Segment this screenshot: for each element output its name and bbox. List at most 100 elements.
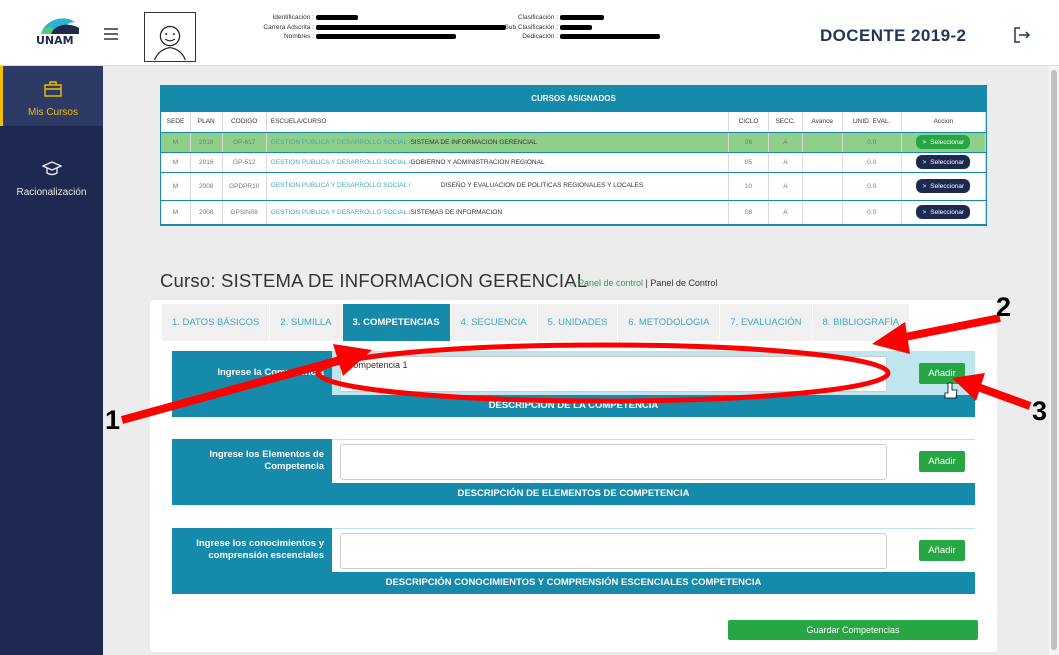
sidebar-item-label: Racionalización — [16, 187, 87, 198]
sidebar: Mis Cursos Racionalización — [0, 66, 103, 655]
logo-text: UNAM — [36, 34, 74, 47]
cell-ciclo: 05 — [728, 152, 770, 173]
cell-avance — [802, 132, 843, 153]
cell-unid: 0.0 — [842, 152, 902, 173]
cell-sede: M — [161, 152, 191, 173]
competencia-description-header: DESCRIPCIÓN DE LA COMPETENCIA — [172, 395, 975, 417]
chevron-right-icon: > — [922, 208, 927, 216]
sidebar-item-mis-cursos[interactable]: Mis Cursos — [0, 66, 103, 126]
tab-bibliografia[interactable]: 8. BIBLIOGRAFÍA — [812, 304, 910, 341]
conocimientos-description-header: DESCRIPCIÓN CONOCIMIENTOS Y COMPRENSIÓN … — [172, 572, 975, 594]
cell-codigo: GP-512 — [222, 152, 267, 173]
course-name: DISEÑO Y EVALUACION DE POLITICAS REGIONA… — [440, 182, 644, 189]
tab-datos-basicos[interactable]: 1. DATOS BÁSICOS — [162, 304, 270, 341]
chevron-right-icon: > — [922, 138, 927, 146]
course-name: GOBIERNO Y ADMINISTRACION REGIONAL — [410, 158, 545, 166]
add-competencia-button[interactable]: Añadir — [919, 363, 965, 384]
panel-control-link[interactable]: Panel de control — [578, 278, 643, 288]
column-header: ESCUELA/CURSO — [266, 112, 730, 133]
teacher-info-right: Clasificación : Sub Clasificación : Dedi… — [490, 13, 660, 42]
info-label: Carrera Adscrita : — [263, 23, 314, 31]
column-header: Accion — [901, 112, 987, 133]
cell-unid: 0.0 — [842, 132, 902, 153]
annotation-number: 1 — [105, 405, 121, 435]
add-conocimientos-button[interactable]: Añadir — [919, 540, 965, 561]
cell-secc: A — [768, 132, 803, 153]
elementos-label: Ingrese los Elementos de Competencia — [172, 439, 332, 483]
select-course-button[interactable]: > Seleccionar — [916, 135, 971, 149]
conocimientos-label: Ingrese los conocimientos y comprensión … — [172, 528, 332, 572]
cell-escuela-curso: GESTION PUBLICA Y DESARROLLO SOCIAL /SIS… — [266, 132, 730, 153]
select-course-button[interactable]: > Seleccionar — [916, 155, 971, 169]
cell-escuela-curso: GESTION PUBLICA Y DESARROLLO SOCIAL /GOB… — [266, 152, 730, 173]
table-row: M 2008 GPDPR10 GESTION PUBLICA Y DESARRO… — [161, 172, 987, 201]
course-name: SISTEMA DE INFORMACION GERENCIAL — [410, 138, 537, 146]
cell-sede: M — [161, 132, 191, 153]
info-label: Clasificación : — [517, 14, 558, 21]
cell-accion: > Seleccionar — [901, 172, 987, 201]
sidebar-item-label: Mis Cursos — [27, 107, 78, 118]
avatar — [144, 12, 196, 62]
tab-unidades[interactable]: 5. UNIDADES — [537, 304, 618, 341]
cell-sede: M — [161, 172, 191, 201]
chevron-right-icon: > — [922, 182, 927, 190]
annotation-number: 3 — [1032, 396, 1048, 426]
competencia-label: Ingrese la Competencia — [172, 351, 332, 395]
course-title-name: SISTEMA DE INFORMACION GERENCIAL — [221, 270, 588, 291]
cell-secc: A — [768, 200, 803, 225]
home-icon[interactable]: ⌂ — [570, 278, 575, 288]
cell-secc: A — [768, 152, 803, 173]
save-competencias-button[interactable]: Guardar Competencias — [728, 620, 978, 640]
cell-plan: 2016 — [190, 132, 223, 153]
select-course-button[interactable]: > Seleccionar — [916, 179, 971, 193]
page-title: DOCENTE 2019-2 — [820, 26, 967, 45]
cell-codigo: GPSIN08 — [222, 200, 267, 225]
add-elementos-button[interactable]: Añadir — [919, 451, 965, 472]
escuela-link[interactable]: GESTION PUBLICA Y DESARROLLO SOCIAL / — [271, 159, 411, 166]
cell-plan: 2008 — [190, 200, 223, 225]
cell-avance — [802, 152, 843, 173]
cell-escuela-curso: GESTION PUBLICA Y DESARROLLO SOCIAL / DI… — [266, 172, 730, 201]
cell-codigo: GP-617 — [222, 132, 267, 153]
cell-secc: A — [768, 172, 803, 201]
cell-unid: 0.0 — [842, 200, 902, 225]
tab-sumilla[interactable]: 2. SUMILLA — [270, 304, 342, 341]
cell-unid: 0.0 — [842, 172, 902, 201]
column-header: Avance — [802, 112, 843, 133]
conocimientos-input[interactable] — [340, 533, 887, 569]
escuela-link[interactable]: GESTION PUBLICA Y DESARROLLO SOCIAL / — [271, 139, 411, 146]
course-card: 1. DATOS BÁSICOS 2. SUMILLA 3. COMPETENC… — [150, 300, 997, 652]
top-header: UNAM Identificación : Carrera Adscrita :… — [0, 0, 1059, 66]
breadcrumb-separator: | — [645, 278, 648, 288]
info-label: Nombres : — [284, 33, 314, 40]
tab-competencias[interactable]: 3. COMPETENCIAS — [342, 304, 450, 341]
briefcase-icon — [44, 81, 62, 97]
scrollbar-thumb[interactable] — [1051, 70, 1057, 650]
cell-accion: > Seleccionar — [901, 200, 987, 225]
escuela-link[interactable]: GESTION PUBLICA Y DESARROLLO SOCIAL / — [271, 182, 441, 190]
cell-codigo: GPDPR10 — [222, 172, 267, 201]
sidebar-item-racionalizacion[interactable]: Racionalización — [0, 146, 103, 206]
tab-evaluacion[interactable]: 7. EVALUACIÓN — [720, 304, 812, 341]
cell-accion: > Seleccionar — [901, 132, 987, 153]
table-row: M 2016 GP-512 GESTION PUBLICA Y DESARROL… — [161, 152, 987, 173]
graduation-cap-icon — [40, 161, 63, 176]
tab-secuencia[interactable]: 4. SECUENCIA — [450, 304, 537, 341]
assigned-courses-table: CURSOS ASIGNADOS SEDE PLAN CODIGO ESCUEL… — [160, 85, 987, 226]
course-name: SISTEMAS DE INFORMACION — [410, 208, 503, 216]
select-course-button[interactable]: > Seleccionar — [916, 205, 971, 219]
cell-escuela-curso: GESTION PUBLICA Y DESARROLLO SOCIAL /SIS… — [266, 200, 730, 225]
table-row: M 2016 GP-617 GESTION PUBLICA Y DESARROL… — [161, 132, 987, 153]
tab-bar: 1. DATOS BÁSICOS 2. SUMILLA 3. COMPETENC… — [162, 304, 910, 341]
menu-toggle-icon[interactable] — [104, 28, 118, 40]
cell-plan: 2016 — [190, 152, 223, 173]
escuela-link[interactable]: GESTION PUBLICA Y DESARROLLO SOCIAL / — [271, 209, 411, 216]
info-label: Dedicación : — [522, 33, 558, 40]
logout-icon[interactable] — [1012, 25, 1032, 45]
cell-ciclo: 08 — [728, 200, 770, 225]
table-title: CURSOS ASIGNADOS — [161, 86, 986, 112]
tab-metodologia[interactable]: 6. METODOLOGIA — [618, 304, 720, 341]
elementos-input[interactable] — [340, 444, 887, 480]
cell-ciclo: 06 — [728, 132, 770, 153]
competencia-input[interactable]: Competencia 1 — [340, 356, 887, 392]
